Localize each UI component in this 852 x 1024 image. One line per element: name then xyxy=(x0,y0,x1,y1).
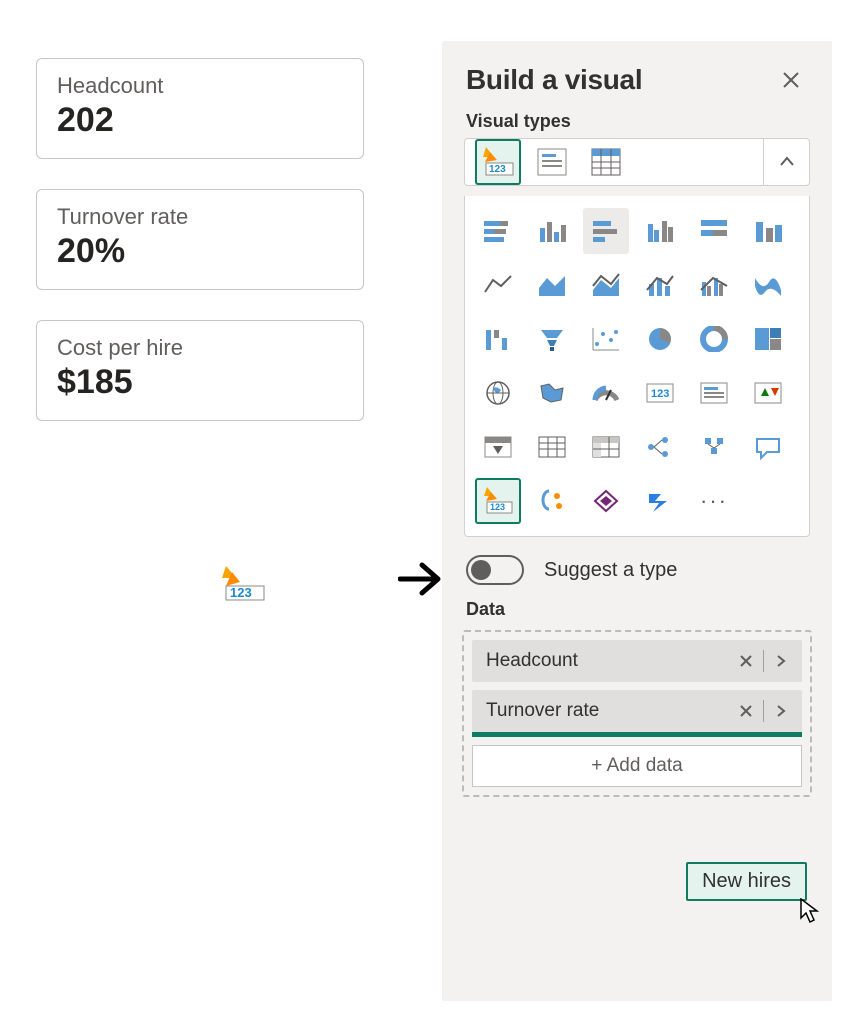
visual-stacked-bar[interactable] xyxy=(475,208,521,254)
visual-gauge[interactable] xyxy=(583,370,629,416)
smart-narrative-icon: 123 xyxy=(218,564,266,609)
visual-paginated[interactable] xyxy=(529,478,575,524)
kpi-title: Turnover rate xyxy=(57,204,343,230)
visual-card[interactable] xyxy=(529,139,575,185)
visual-more-button[interactable]: ··· xyxy=(691,478,737,524)
svg-text:123: 123 xyxy=(489,164,506,175)
svg-text:123: 123 xyxy=(490,502,505,512)
kpi-card-cost[interactable]: Cost per hire $185 xyxy=(36,320,364,421)
kpi-title: Cost per hire xyxy=(57,335,343,361)
visual-100-stacked-column[interactable] xyxy=(691,208,737,254)
visual-types-grid: 123 123 ··· xyxy=(464,196,810,537)
visual-scatter[interactable] xyxy=(583,316,629,362)
visual-stacked-bar-h[interactable] xyxy=(583,208,629,254)
data-label: Data xyxy=(442,595,832,626)
field-menu-button[interactable] xyxy=(764,644,798,678)
visual-types-pinned: 123 xyxy=(464,138,810,186)
drop-indicator xyxy=(472,732,802,737)
kpi-card-headcount[interactable]: Headcount 202 xyxy=(36,58,364,159)
cursor-icon xyxy=(800,898,822,929)
visual-qna[interactable] xyxy=(745,424,791,470)
visual-map[interactable] xyxy=(475,370,521,416)
remove-field-button[interactable] xyxy=(729,694,763,728)
visual-pie[interactable] xyxy=(637,316,683,362)
close-button[interactable] xyxy=(774,63,808,97)
svg-text:123: 123 xyxy=(230,585,252,600)
data-fields-well[interactable]: Headcount Turnover rate + Add data xyxy=(462,630,812,797)
data-field-headcount[interactable]: Headcount xyxy=(472,640,802,682)
visual-filled-map[interactable] xyxy=(529,370,575,416)
visual-funnel[interactable] xyxy=(529,316,575,362)
visual-donut[interactable] xyxy=(691,316,737,362)
suggest-type-label: Suggest a type xyxy=(544,559,677,582)
visual-decomposition-tree[interactable] xyxy=(637,424,683,470)
visual-table[interactable] xyxy=(529,424,575,470)
visual-line-clustered-column[interactable] xyxy=(691,262,737,308)
visual-multi-row-card[interactable] xyxy=(691,370,737,416)
visual-column-compare[interactable] xyxy=(745,208,791,254)
data-field-turnover[interactable]: Turnover rate xyxy=(472,690,802,732)
visual-stacked-area[interactable] xyxy=(583,262,629,308)
visual-line-column[interactable] xyxy=(637,262,683,308)
visual-types-label: Visual types xyxy=(442,107,832,138)
build-visual-panel: Build a visual Visual types 123 123 123 ··… xyxy=(442,41,832,1001)
kpi-title: Headcount xyxy=(57,73,343,99)
visual-area[interactable] xyxy=(529,262,575,308)
visual-ribbon[interactable] xyxy=(745,262,791,308)
svg-text:123: 123 xyxy=(651,388,669,400)
visual-clustered-column[interactable] xyxy=(529,208,575,254)
visual-power-apps[interactable] xyxy=(583,478,629,524)
field-label: Headcount xyxy=(486,650,729,672)
kpi-card-turnover[interactable]: Turnover rate 20% xyxy=(36,189,364,290)
visual-slicer[interactable] xyxy=(475,424,521,470)
visual-matrix[interactable] xyxy=(583,424,629,470)
remove-field-button[interactable] xyxy=(729,644,763,678)
visual-clustered-bar-h[interactable] xyxy=(637,208,683,254)
add-data-button[interactable]: + Add data xyxy=(472,745,802,787)
arrow-icon xyxy=(398,559,442,604)
visual-kpi-card[interactable]: 123 xyxy=(637,370,683,416)
visual-line[interactable] xyxy=(475,262,521,308)
visual-key-influencers[interactable] xyxy=(691,424,737,470)
visual-smart-narrative[interactable]: 123 xyxy=(475,139,521,185)
visual-smart-narrative[interactable]: 123 xyxy=(475,478,521,524)
collapse-visual-types[interactable] xyxy=(763,139,809,185)
kpi-value: 20% xyxy=(57,232,343,271)
visual-waterfall[interactable] xyxy=(475,316,521,362)
visual-treemap[interactable] xyxy=(745,316,791,362)
field-menu-button[interactable] xyxy=(764,694,798,728)
visual-kpi[interactable] xyxy=(745,370,791,416)
drag-chip-new-hires: New hires xyxy=(686,862,807,901)
kpi-value: $185 xyxy=(57,363,343,402)
suggest-type-toggle[interactable] xyxy=(466,555,524,585)
visual-power-automate[interactable] xyxy=(637,478,683,524)
field-label: Turnover rate xyxy=(486,700,729,722)
kpi-value: 202 xyxy=(57,101,343,140)
visual-table[interactable] xyxy=(583,139,629,185)
panel-title: Build a visual xyxy=(466,64,642,96)
